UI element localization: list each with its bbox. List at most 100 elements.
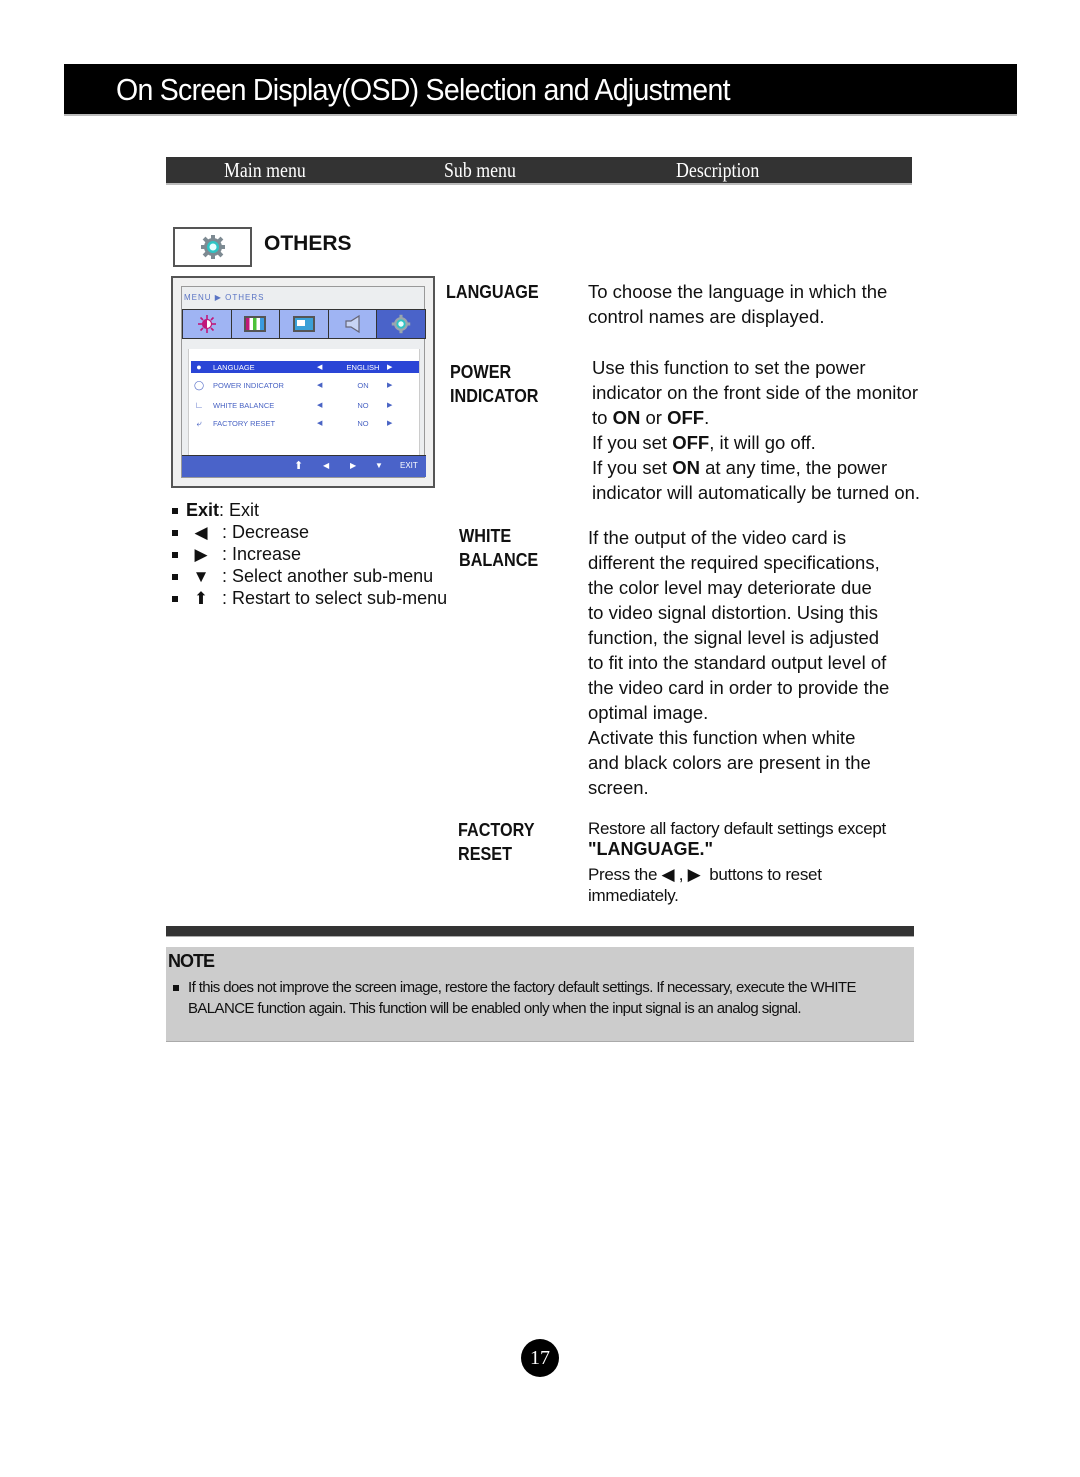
reset-icon: ⤶ (196, 417, 202, 428)
bullet (172, 551, 178, 558)
desc-line: Use this function to set the power (592, 357, 866, 378)
osd-footer: ⬆ ◀ ▶ ▼ EXIT (182, 455, 426, 477)
text: , (674, 865, 688, 884)
down-arrow-icon[interactable]: ▼ (375, 461, 383, 470)
submenu-factory-reset-description: Restore all factory default settings exc… (588, 818, 886, 906)
osd-row-label: FACTORY RESET (213, 418, 276, 428)
osd-screenshot: MENU ▶ OTHERS ● LANGUAGE ◀ ENGLISH ▶ ◯ P… (171, 276, 435, 488)
right-arrow-icon[interactable]: ▶ (387, 381, 401, 389)
desc-line: "LANGUAGE." (588, 839, 714, 859)
note-box: NOTE If this does not improve the screen… (166, 947, 914, 1042)
left-arrow-icon: ◀ (661, 865, 675, 884)
text: If you set (592, 457, 673, 478)
text: ON (672, 457, 700, 478)
exit-button[interactable]: EXIT (400, 461, 418, 470)
legend-item-restart: ⬆ : Restart to select sub-menu (172, 588, 447, 609)
desc-line: immediately. (588, 886, 679, 905)
desc-line: indicator on the front side of the monit… (592, 382, 918, 403)
osd-row-white-balance[interactable]: ∟ WHITE BALANCE ◀ NO ▶ (191, 399, 419, 411)
left-arrow-icon: ◀ (194, 522, 208, 542)
text: Press the (588, 865, 662, 884)
left-arrow-icon[interactable]: ◀ (317, 419, 339, 427)
color-icon (244, 316, 267, 332)
desc-line: different the required specifications, (588, 552, 880, 573)
right-arrow-icon[interactable]: ▶ (387, 363, 401, 371)
speaker-icon (344, 314, 360, 334)
up-arrow-icon: ⬆ (193, 588, 209, 608)
text: or (640, 407, 668, 428)
label-line: INDICATOR (450, 386, 539, 406)
text: , it will go off. (709, 432, 816, 453)
osd-tab-picture[interactable] (182, 310, 232, 338)
section-title: OTHERS (264, 232, 352, 255)
text: ON (612, 407, 641, 428)
bullet (173, 985, 179, 991)
osd-tabs (182, 309, 426, 339)
down-arrow-icon: ▼ (192, 566, 210, 586)
desc-line: optimal image. (588, 702, 709, 723)
left-arrow-icon[interactable]: ◀ (323, 461, 329, 470)
text: buttons to reset (700, 865, 822, 884)
bullet (172, 529, 178, 536)
submenu-power-indicator-label: POWER INDICATOR (450, 360, 539, 408)
brightness-icon (197, 315, 216, 333)
desc-line: indicator will automatically be turned o… (592, 482, 921, 503)
osd-tab-sound[interactable] (328, 310, 378, 338)
osd-row-value: ON (357, 380, 369, 390)
others-icon-box (173, 227, 252, 267)
desc-line: Restore all factory default settings exc… (588, 819, 886, 838)
desc-line: Activate this function when white (588, 727, 856, 748)
left-arrow-icon[interactable]: ◀ (317, 363, 339, 371)
desc-line: the video card in order to provide the (588, 677, 890, 698)
osd-row-power-indicator[interactable]: ◯ POWER INDICATOR ◀ ON ▶ (191, 379, 419, 391)
header-sub-menu: Sub menu (444, 158, 516, 182)
legend-text: : Decrease (222, 522, 310, 542)
globe-icon: ● (196, 362, 202, 372)
right-arrow-icon[interactable]: ▶ (387, 401, 401, 409)
left-arrow-icon[interactable]: ◀ (317, 381, 339, 389)
desc-line: To choose the language in which the (588, 281, 888, 302)
right-arrow-icon[interactable]: ▶ (350, 461, 356, 470)
label-line: RESET (458, 844, 513, 864)
right-arrow-icon: ▶ (687, 865, 701, 884)
label-line: WHITE (459, 526, 512, 546)
right-arrow-icon[interactable]: ▶ (387, 419, 401, 427)
header-main-menu: Main menu (224, 158, 306, 182)
gear-icon (391, 314, 411, 334)
divider-bar (166, 926, 914, 937)
desc-line: the color level may deteriorate due (588, 577, 872, 598)
desc-line: control names are displayed. (588, 306, 825, 327)
submenu-factory-reset-label: FACTORY RESET (458, 818, 535, 866)
submenu-power-indicator-description: Use this function to set the power indic… (592, 355, 920, 505)
desc-line: function, the signal level is adjusted (588, 627, 880, 648)
left-arrow-icon[interactable]: ◀ (317, 401, 339, 409)
desc-line: If the output of the video card is (588, 527, 847, 548)
text: . (704, 407, 710, 428)
label-line: POWER (450, 362, 512, 382)
osd-row-language[interactable]: ● LANGUAGE ◀ ENGLISH ▶ (191, 361, 419, 373)
label-line: FACTORY (458, 820, 535, 840)
page-title-bar: On Screen Display(OSD) Selection and Adj… (64, 64, 1017, 116)
header-description: Description (676, 158, 760, 182)
desc-line: If you set OFF, it will go off. (592, 430, 920, 455)
desc-line: to video signal distortion. Using this (588, 602, 878, 623)
desc-line: to ON or OFF. (592, 405, 920, 430)
legend-text: : Exit (219, 500, 260, 520)
legend-item-exit: Exit : Exit (172, 500, 259, 521)
page-title: On Screen Display(OSD) Selection and Adj… (116, 72, 730, 107)
osd-tab-others[interactable] (377, 310, 426, 338)
page-number: 17 (521, 1339, 559, 1377)
osd-tab-display[interactable] (280, 310, 329, 338)
note-title: NOTE (168, 951, 215, 971)
table-header: Main menu Sub menu Description (166, 157, 912, 185)
white-balance-icon: ∟ (194, 400, 204, 410)
power-indicator-icon: ◯ (193, 379, 205, 390)
desc-line: to fit into the standard output level of (588, 652, 887, 673)
up-arrow-icon[interactable]: ⬆ (294, 459, 303, 472)
label-line: BALANCE (459, 550, 539, 570)
osd-row-label: POWER INDICATOR (213, 380, 284, 390)
osd-tab-color[interactable] (231, 310, 281, 338)
osd-row-value: NO (357, 400, 369, 410)
osd-row-factory-reset[interactable]: ⤶ FACTORY RESET ◀ NO ▶ (191, 417, 419, 429)
text: If you set (592, 432, 673, 453)
